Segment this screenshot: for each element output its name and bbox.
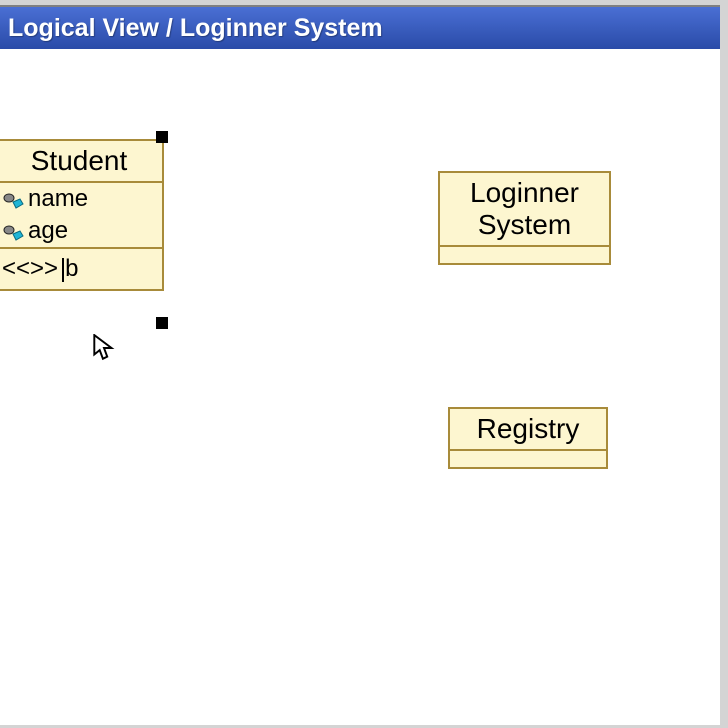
attribute-icon — [2, 222, 24, 240]
window-title: Logical View / Loginner System — [8, 14, 383, 43]
method-edit-text: b — [65, 255, 78, 282]
class-registry[interactable]: Registry — [448, 407, 608, 469]
attribute-label: age — [28, 217, 68, 245]
attribute-label: name — [28, 185, 88, 213]
attribute-row[interactable]: name — [0, 183, 162, 215]
method-name-input[interactable]: b — [62, 255, 78, 283]
class-loginner-name-line2: System — [450, 209, 599, 241]
class-student[interactable]: Student name age — [0, 139, 164, 291]
attribute-icon — [2, 190, 24, 208]
selection-handle-se[interactable] — [156, 317, 168, 329]
caret-marker — [62, 258, 64, 282]
class-loginner-system[interactable]: Loginner System — [438, 171, 611, 265]
title-bar: Logical View / Loginner System — [0, 7, 720, 49]
mouse-cursor-icon — [92, 334, 116, 362]
class-registry-name[interactable]: Registry — [450, 409, 606, 451]
class-loginner-name[interactable]: Loginner System — [440, 173, 609, 247]
class-student-attributes: name age — [0, 183, 162, 249]
attribute-row[interactable]: age — [0, 215, 162, 247]
stereotype-brackets: <<>> — [2, 255, 58, 283]
class-student-methods: <<>> b — [0, 249, 162, 289]
class-registry-attributes — [450, 451, 606, 467]
class-loginner-name-line1: Loginner — [450, 177, 599, 209]
class-loginner-attributes — [440, 247, 609, 263]
diagram-canvas[interactable]: Student name age — [0, 49, 720, 725]
method-row-editing[interactable]: <<>> b — [0, 249, 162, 289]
class-student-name[interactable]: Student — [0, 141, 162, 183]
selection-handle-ne[interactable] — [156, 131, 168, 143]
